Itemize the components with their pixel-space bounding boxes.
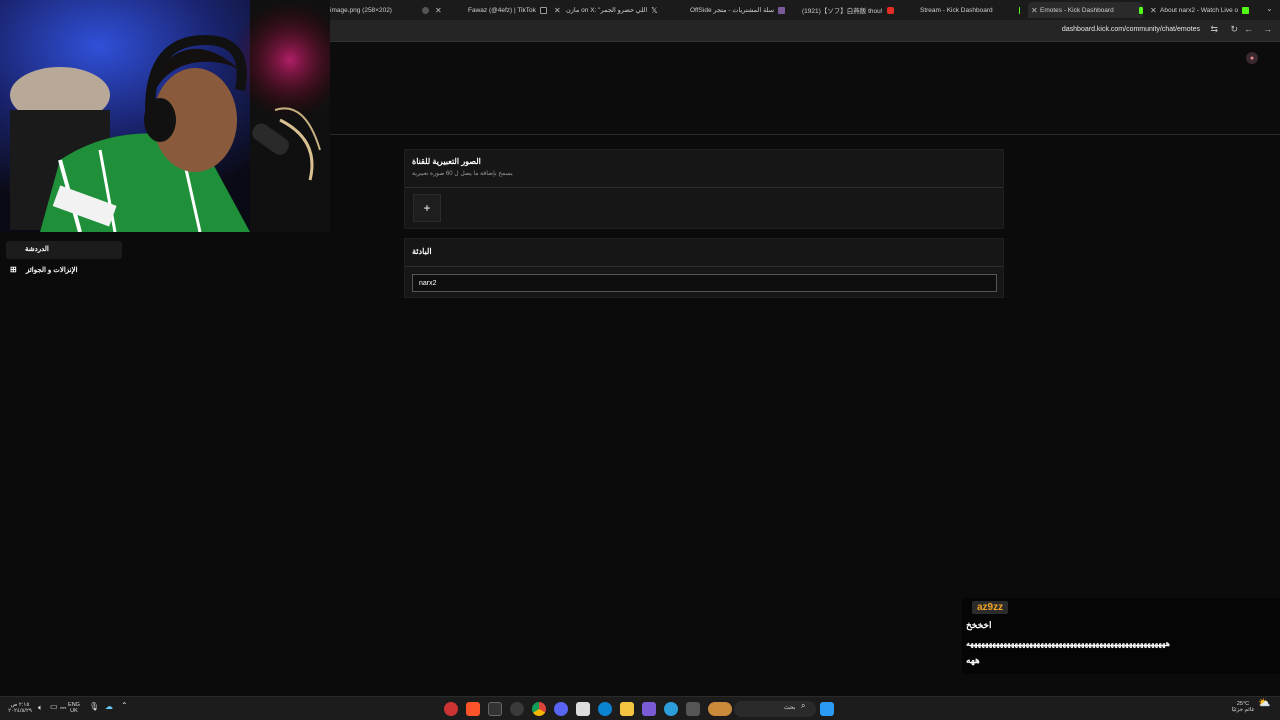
tab-tiktok[interactable]: Fawaz (@4efz) | TikTok ✕ — [468, 2, 563, 18]
stream-chat-overlay: az9zz اخخخخ هههههههههههههههههههههههههههه… — [962, 598, 1280, 674]
windows-taskbar: ٢:١٥ ص ٢٠٢٤/٨/٢٩ 🔈︎ ▭ ⎓ ENG UK 🎙︎ ☁ ⌃ بح… — [0, 696, 1280, 720]
store-icon[interactable] — [576, 702, 590, 716]
tab-x[interactable]: مازن on X: "اللي حضرو الجمر 𝕏 — [566, 2, 666, 18]
forward-icon[interactable]: → — [1263, 24, 1272, 34]
teams-icon[interactable] — [642, 702, 656, 716]
tab-title: (1921)【ソフ】白燕飯 thou! — [802, 8, 883, 15]
tab-title: مازن on X: "اللي حضرو الجمر — [566, 7, 648, 14]
volume-icon[interactable]: 🔈︎ — [38, 704, 43, 712]
sidebar-item-label: الإنزالات و الجوائز — [26, 267, 78, 274]
weather-description: غائم جزئيًا — [1231, 707, 1255, 713]
tab-image[interactable]: image.png (258×202) ✕ — [330, 2, 445, 18]
reload-icon[interactable]: ↻ — [1230, 24, 1238, 35]
page-header: ● — [330, 42, 1280, 135]
weather-widget[interactable]: 25°C غائم جزئيًا — [1226, 701, 1260, 713]
tab-about[interactable]: ✕ About narx2 - Watch Live o — [1150, 2, 1260, 18]
card-title: البادئة — [412, 247, 432, 256]
add-emote-button[interactable]: + — [413, 194, 441, 222]
globe-icon — [421, 6, 429, 14]
webcam-feed-image — [0, 0, 330, 232]
card-title: الصور التعبيرية للقناة — [412, 157, 481, 166]
search-icon: ⌕ — [801, 701, 806, 710]
chat-username-badge: az9zz — [972, 601, 1009, 614]
chat-message: هههههههههههههههههههههههههههههههههههههههه… — [966, 639, 1170, 648]
brave-icon[interactable] — [466, 702, 480, 716]
widget-image-icon[interactable] — [708, 702, 732, 716]
channel-emotes-card: الصور التعبيرية للقناة يسمح بإضافة ما يص… — [404, 149, 1004, 229]
kick-icon — [1242, 6, 1250, 14]
tab-title: OffSide سلة المشتريات - متجر — [690, 7, 775, 14]
discord-icon[interactable] — [554, 702, 568, 716]
divider — [405, 266, 1003, 267]
tab-title: Fawaz (@4efz) | TikTok — [468, 6, 536, 14]
file-explorer-icon[interactable] — [620, 702, 634, 716]
kick-icon — [1138, 6, 1143, 14]
tab-title: image.png (258×202) — [330, 6, 392, 14]
tab-close-icon[interactable]: ✕ — [1031, 6, 1038, 15]
prefix-input[interactable] — [412, 274, 997, 292]
clock-date: ٢٠٢٤/٨/٢٩ — [8, 708, 32, 714]
tab-title: Emotes - Kick Dashboard — [1040, 6, 1114, 14]
kick-icon — [1018, 6, 1020, 14]
sidebar-item-label: الدردشة — [25, 246, 49, 253]
onedrive-icon[interactable]: ☁ — [105, 703, 113, 711]
user-avatar[interactable]: ● — [1246, 52, 1258, 64]
tab-emotes[interactable]: ✕ Emotes - Kick Dashboard — [1028, 2, 1143, 18]
settings-icon[interactable] — [510, 702, 524, 716]
start-menu-icon[interactable] — [820, 702, 834, 716]
clock[interactable]: ٢:١٥ ص ٢٠٢٤/٨/٢٩ — [8, 702, 32, 714]
taskbar-search[interactable]: بحث ⌕ — [734, 701, 816, 717]
chevron-down-icon[interactable]: ⌄ — [1266, 4, 1273, 13]
webcam-overlay — [0, 0, 330, 232]
back-icon[interactable]: ← — [1244, 24, 1253, 34]
gift-icon: ⊞ — [10, 265, 17, 274]
tab-close-icon[interactable]: ✕ — [435, 6, 442, 15]
divider — [405, 187, 1003, 188]
tab-title: Stream - Kick Dashboard — [920, 6, 993, 14]
store-icon — [778, 6, 786, 14]
tab-title: About narx2 - Watch Live o — [1160, 6, 1239, 14]
sidebar-item-drops[interactable]: ⊞ الإنزالات و الجوائز — [6, 262, 122, 278]
weather-cloud-icon: ⛅ — [1258, 698, 1271, 709]
sidebar-item-chat[interactable]: الدردشة — [6, 241, 122, 259]
translate-icon[interactable]: ⇆ — [1210, 24, 1218, 35]
copilot-icon[interactable] — [664, 702, 678, 716]
tab-close-icon[interactable]: ✕ — [1150, 6, 1157, 15]
tab-close-icon[interactable]: ✕ — [554, 6, 561, 15]
microphone-icon[interactable]: 🎙︎ — [89, 703, 99, 711]
tiktok-icon — [539, 6, 547, 14]
terminal-icon[interactable] — [488, 702, 502, 716]
youtube-icon — [886, 6, 894, 14]
tray-chevron-icon[interactable]: ⌃ — [121, 702, 128, 710]
edge-icon[interactable] — [598, 702, 612, 716]
tab-youtube[interactable]: (1921)【ソフ】白燕飯 thou! — [802, 2, 902, 18]
app-window-icon[interactable] — [686, 702, 700, 716]
network-icon[interactable]: ▭ — [50, 703, 58, 711]
url-field[interactable]: dashboard.kick.com/community/chat/emotes — [1062, 26, 1200, 33]
chat-message: ههه — [966, 655, 980, 665]
x-logo-icon: 𝕏 — [651, 5, 658, 15]
search-placeholder: بحث — [784, 705, 796, 711]
prefix-card: البادئة — [404, 238, 1004, 298]
tab-stream[interactable]: Stream - Kick Dashboard — [920, 2, 1020, 18]
language-indicator[interactable]: ENG UK — [66, 702, 82, 714]
language-region: UK — [70, 708, 78, 714]
chat-message: اخخخخ — [966, 620, 992, 630]
tab-offside[interactable]: OffSide سلة المشتريات - متجر — [690, 2, 790, 18]
card-subtitle: يسمح بإضافة ما يصل ل 60 صورة تعبيرية — [412, 171, 513, 177]
app-icon-red[interactable] — [444, 702, 458, 716]
chrome-icon[interactable] — [532, 702, 546, 716]
